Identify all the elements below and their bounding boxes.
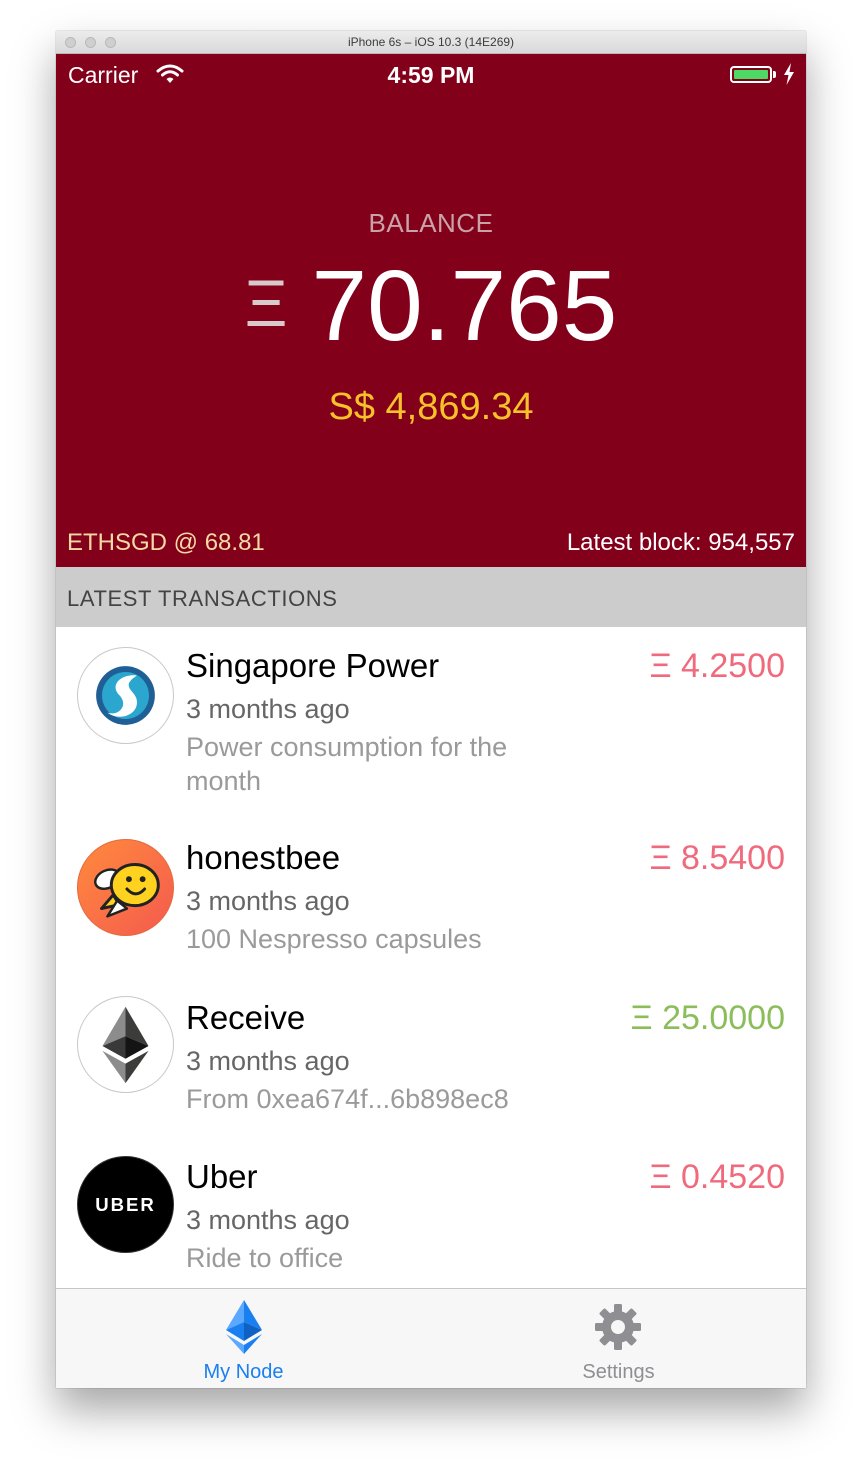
tab-label: My Node — [203, 1361, 284, 1383]
transaction-description: From 0xea674f...6b898ec8 — [186, 1084, 509, 1114]
uber-logo-text: UBER — [95, 1194, 156, 1215]
latest-block: Latest block: 954,557 — [566, 529, 795, 556]
transaction-row[interactable]: UBER Uber 3 months ago Ride to office Ξ … — [56, 1142, 806, 1288]
singapore-power-logo-icon — [77, 647, 174, 744]
fiat-balance: S$ 4,869.34 — [328, 386, 534, 428]
balance-header: Carrier 4:59 PM BALANCE Ξ 70.765 S$ 4,869… — [56, 54, 806, 567]
balance-amount: Ξ 70.765 — [56, 249, 806, 364]
section-title: LATEST TRANSACTIONS — [67, 586, 338, 611]
ethereum-logo-icon — [77, 996, 174, 1093]
transaction-list[interactable]: Singapore Power 3 months ago Power consu… — [56, 627, 806, 1288]
transaction-time: 3 months ago — [186, 886, 350, 916]
transaction-time: 3 months ago — [186, 694, 350, 724]
transaction-name: Singapore Power — [186, 647, 440, 684]
status-time: 4:59 PM — [387, 62, 475, 88]
transaction-name: honestbee — [186, 839, 341, 876]
tab-label: Settings — [582, 1361, 655, 1383]
window-title: iPhone 6s – iOS 10.3 (14E269) — [347, 35, 515, 49]
window-titlebar: iPhone 6s – iOS 10.3 (14E269) — [56, 31, 806, 54]
transaction-amount: Ξ 4.2500 — [649, 647, 785, 685]
simulator-window: iPhone 6s – iOS 10.3 (14E269) Carrier 4:… — [56, 31, 806, 1388]
charging-bolt-icon — [784, 63, 794, 85]
transaction-amount: Ξ 25.0000 — [630, 999, 785, 1037]
transaction-name: Receive — [186, 999, 306, 1036]
transaction-row[interactable]: Receive 3 months ago From 0xea674f...6b8… — [56, 983, 806, 1142]
battery-cap — [773, 71, 776, 78]
transaction-name: Uber — [186, 1158, 258, 1195]
transaction-time: 3 months ago — [186, 1205, 350, 1235]
transaction-description: 100 Nespresso capsules — [186, 924, 482, 954]
transaction-description: Ride to office — [186, 1243, 344, 1273]
section-header: LATEST TRANSACTIONS — [56, 567, 806, 627]
battery-icon — [730, 66, 772, 83]
exchange-rate: ETHSGD @ 68.81 — [67, 529, 265, 556]
tab-settings[interactable]: Settings — [431, 1289, 806, 1388]
status-bar: Carrier 4:59 PM — [56, 54, 806, 94]
balance-value: 70.765 — [311, 250, 618, 362]
transaction-row[interactable]: honestbee 3 months ago 100 Nespresso cap… — [56, 823, 806, 983]
ethereum-icon — [226, 1300, 262, 1354]
transaction-description: Power consumption for the month — [186, 732, 508, 796]
transaction-amount: Ξ 8.5400 — [649, 839, 785, 877]
transaction-amount: Ξ 0.4520 — [649, 1158, 785, 1196]
honestbee-logo-icon — [77, 839, 174, 936]
gear-icon — [595, 1304, 641, 1350]
ether-symbol: Ξ — [244, 266, 288, 340]
balance-label: BALANCE — [368, 208, 494, 238]
device-screen: Carrier 4:59 PM BALANCE Ξ 70.765 S$ 4,869… — [56, 54, 806, 1388]
uber-logo-icon: UBER — [77, 1156, 174, 1253]
tab-bar: My Node Settings — [56, 1288, 806, 1388]
tab-my-node[interactable]: My Node — [56, 1289, 431, 1388]
transaction-row[interactable]: Singapore Power 3 months ago Power consu… — [56, 627, 806, 823]
transaction-time: 3 months ago — [186, 1046, 350, 1076]
